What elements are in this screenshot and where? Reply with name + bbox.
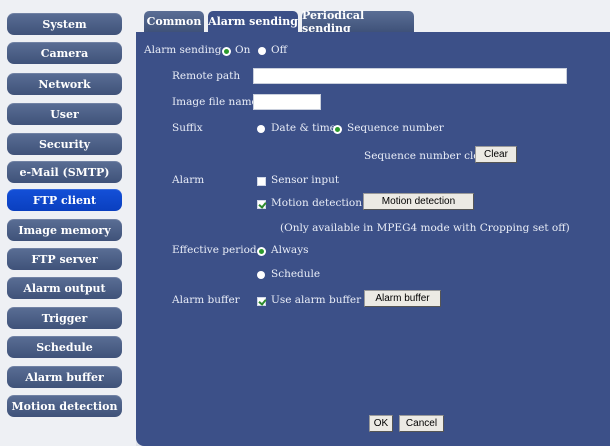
sidebar-item-alarm-output[interactable]: Alarm output xyxy=(7,277,122,299)
sidebar-item-email-smtp[interactable]: e-Mail (SMTP) xyxy=(7,161,122,183)
effective-period-schedule-label: Schedule xyxy=(271,268,321,280)
remote-path-label: Remote path xyxy=(172,70,241,82)
motion-detection-button[interactable]: Motion detection xyxy=(363,193,474,210)
effective-period-always-label: Always xyxy=(271,244,309,256)
effective-period-always-radio[interactable] xyxy=(257,247,266,256)
tab-alarm-sending[interactable]: Alarm sending xyxy=(208,11,298,32)
settings-panel: Alarm sending On Off Remote path Image f… xyxy=(136,32,610,446)
sidebar-item-camera[interactable]: Camera xyxy=(7,42,122,64)
sensor-input-label: Sensor input xyxy=(271,174,340,186)
sidebar-item-system[interactable]: System xyxy=(7,13,122,35)
alarm-buffer-label: Alarm buffer xyxy=(172,294,240,306)
sidebar-item-motion-detection[interactable]: Motion detection xyxy=(7,395,122,417)
image-file-name-label: Image file name xyxy=(172,96,258,108)
mpeg4-note: (Only available in MPEG4 mode with Cropp… xyxy=(280,222,570,234)
ok-button[interactable]: OK xyxy=(369,415,393,432)
image-file-name-input[interactable] xyxy=(253,94,321,110)
effective-period-label: Effective period xyxy=(172,244,257,256)
suffix-date-time-radio[interactable] xyxy=(257,125,265,133)
sensor-input-checkbox[interactable] xyxy=(257,177,266,186)
alarm-sending-on-radio[interactable] xyxy=(222,47,231,56)
suffix-label: Suffix xyxy=(172,122,203,134)
sidebar-item-security[interactable]: Security xyxy=(7,133,122,155)
use-alarm-buffer-label: Use alarm buffer xyxy=(271,294,362,306)
sidebar-item-ftp-server[interactable]: FTP server xyxy=(7,248,122,270)
sidebar-item-trigger[interactable]: Trigger xyxy=(7,307,122,329)
use-alarm-buffer-checkbox[interactable] xyxy=(257,297,266,306)
sequence-number-clear-label: Sequence number clear xyxy=(364,150,491,162)
remote-path-input[interactable] xyxy=(253,68,567,84)
motion-detection-label: Motion detection xyxy=(271,197,362,209)
sidebar-item-alarm-buffer[interactable]: Alarm buffer xyxy=(7,366,122,388)
clear-button[interactable]: Clear xyxy=(475,146,517,163)
alarm-sending-off-label: Off xyxy=(271,44,288,56)
tab-periodical-sending[interactable]: Periodical sending xyxy=(302,9,414,35)
alarm-sending-on-label: On xyxy=(235,44,251,56)
alarm-sending-off-radio[interactable] xyxy=(258,47,266,55)
motion-detection-checkbox[interactable] xyxy=(257,200,266,209)
sidebar-item-image-memory[interactable]: Image memory xyxy=(7,219,122,241)
tab-bar: Common Alarm sending Periodical sending xyxy=(136,0,610,35)
cancel-button[interactable]: Cancel xyxy=(399,415,444,432)
sidebar-item-schedule[interactable]: Schedule xyxy=(7,336,122,358)
alarm-sending-label: Alarm sending xyxy=(144,44,222,56)
suffix-date-time-label: Date & time xyxy=(271,122,336,134)
suffix-sequence-number-label: Sequence number xyxy=(347,122,444,134)
effective-period-schedule-radio[interactable] xyxy=(257,271,265,279)
alarm-buffer-button[interactable]: Alarm buffer xyxy=(364,290,441,307)
sidebar: System Camera Network User Security e-Ma… xyxy=(0,0,136,446)
sidebar-item-ftp-client[interactable]: FTP client xyxy=(7,189,122,211)
tab-common[interactable]: Common xyxy=(144,11,204,32)
sidebar-item-network[interactable]: Network xyxy=(7,73,122,95)
alarm-label: Alarm xyxy=(172,174,205,186)
sidebar-item-user[interactable]: User xyxy=(7,103,122,125)
suffix-sequence-number-radio[interactable] xyxy=(333,125,342,134)
